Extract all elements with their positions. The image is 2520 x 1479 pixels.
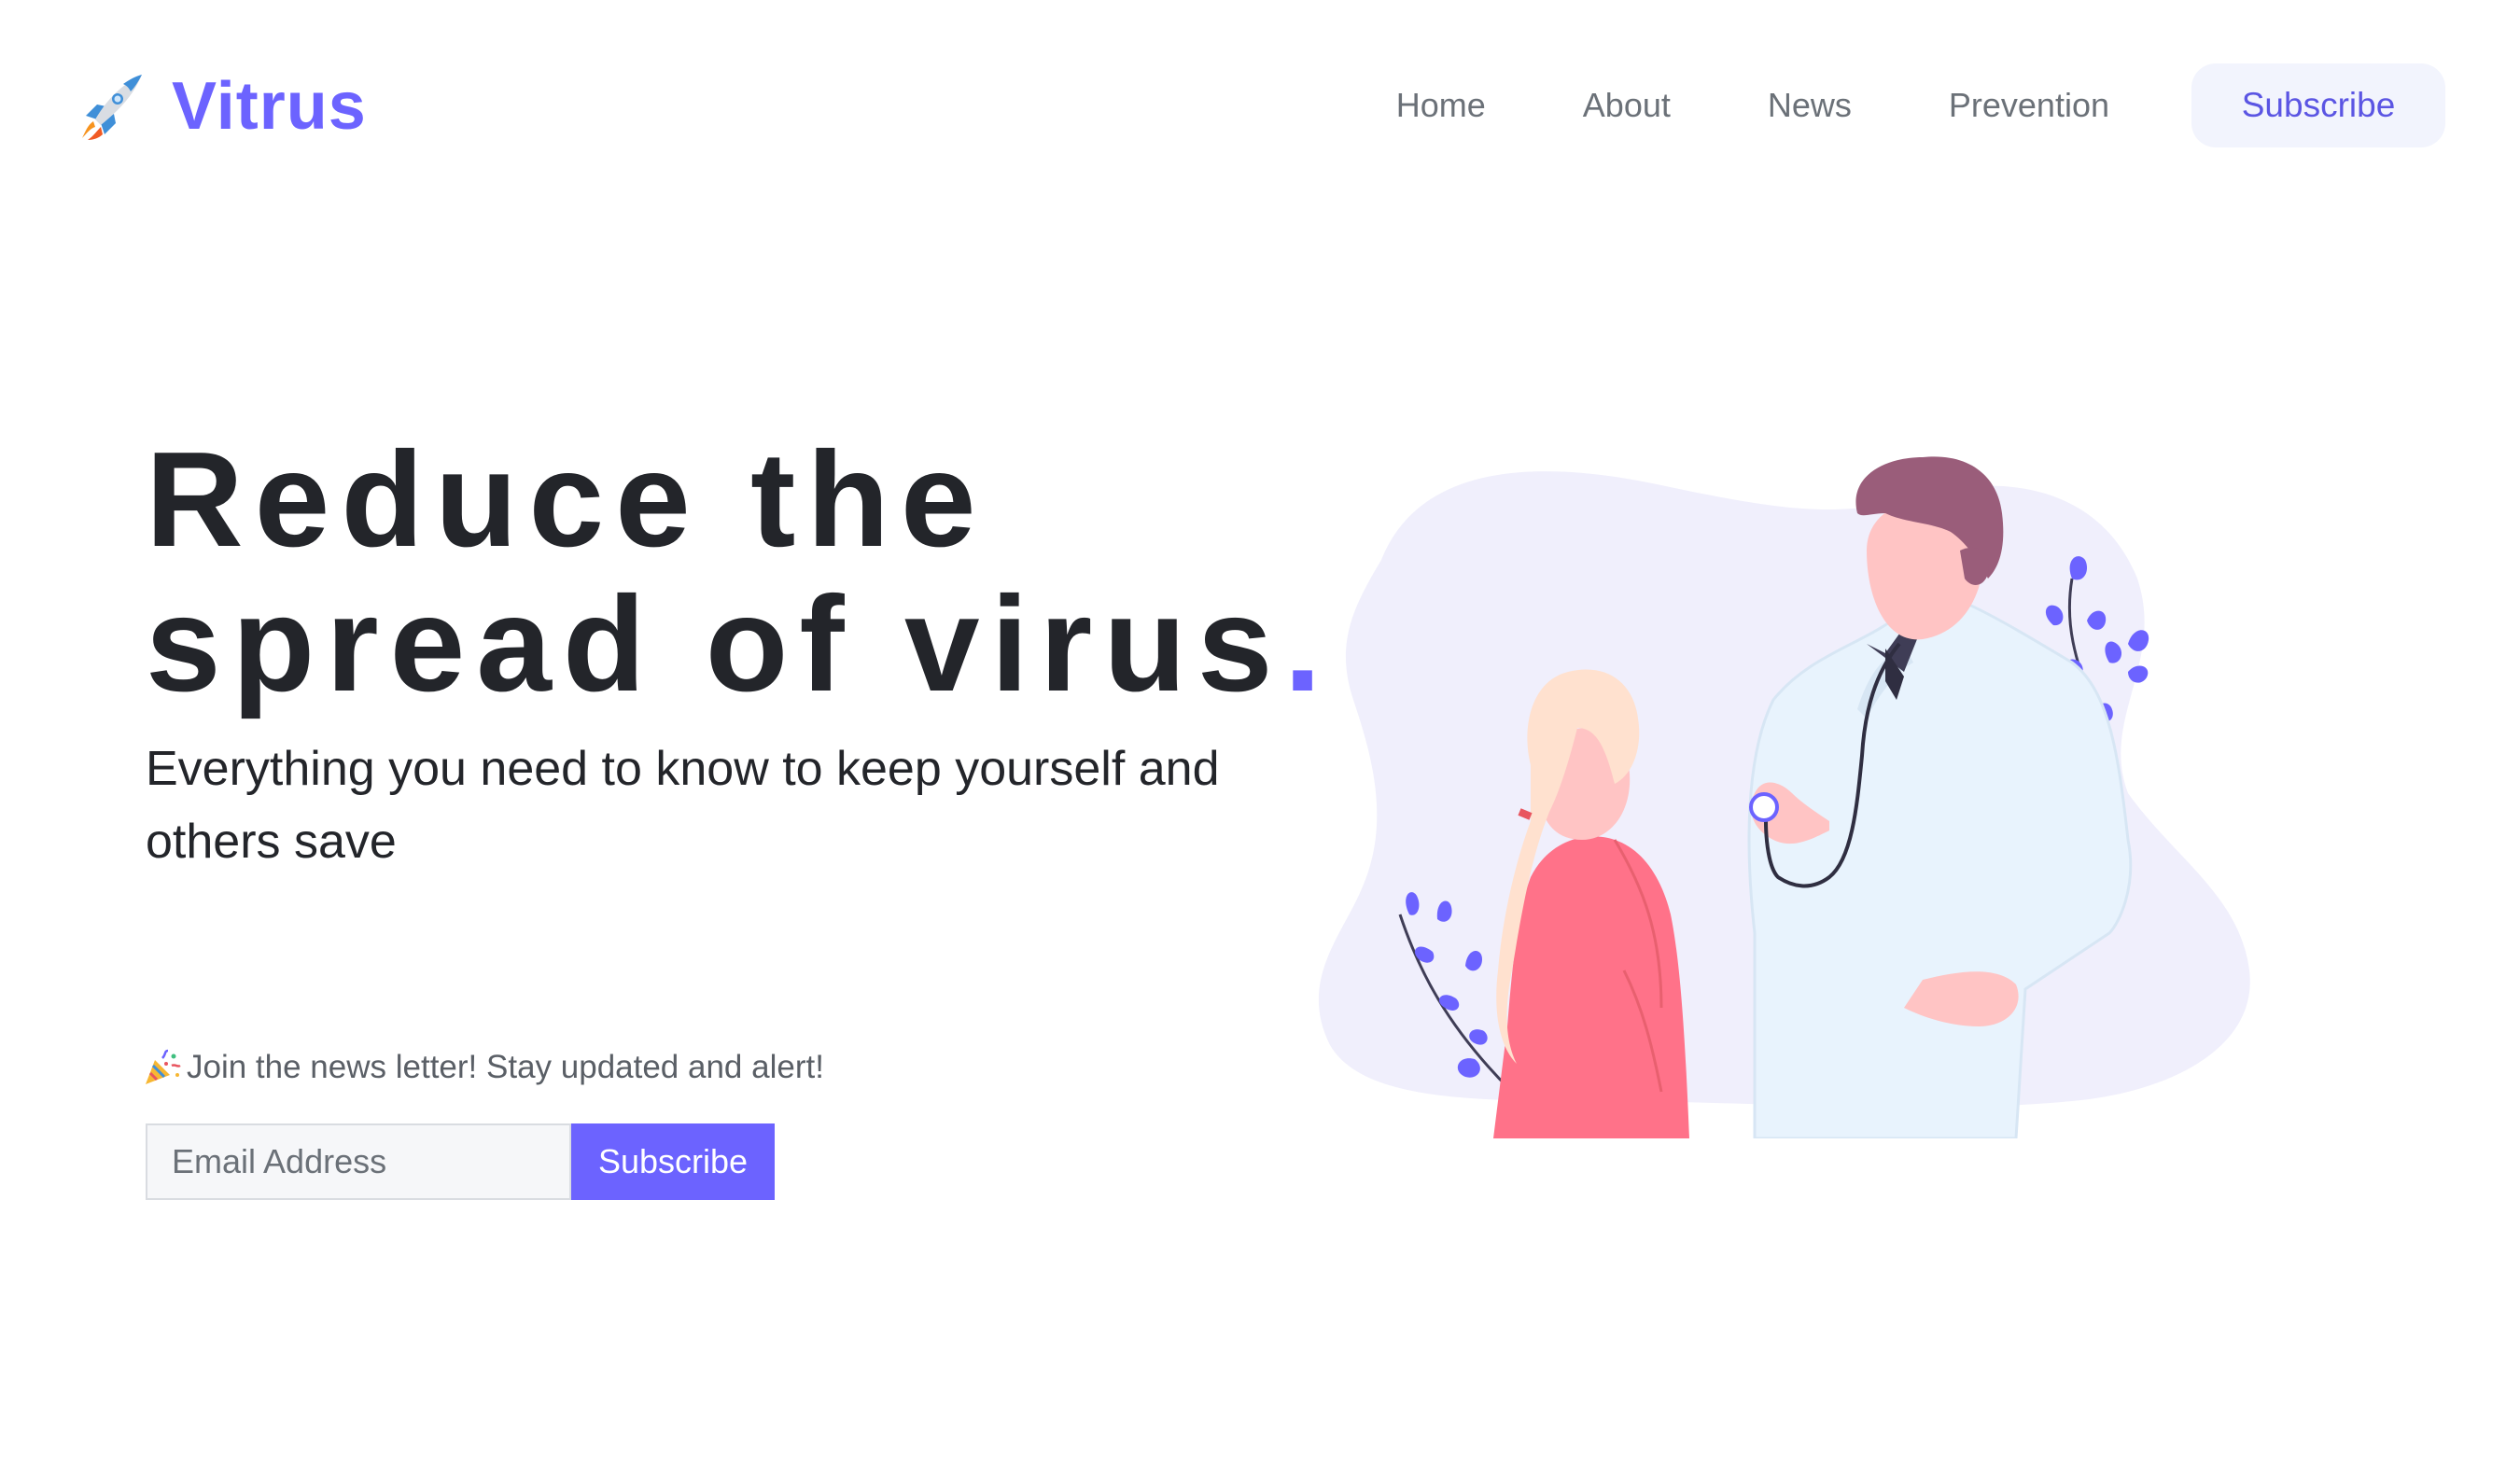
doctor-checking-patient-illustration [1307, 456, 2287, 1157]
newsletter-label-text: Join the news letter! Stay updated and a… [187, 1049, 824, 1085]
newsletter-subscribe-button[interactable]: Subscribe [571, 1123, 775, 1200]
nav-prevention-link[interactable]: Prevention [1949, 64, 2109, 147]
newsletter-label: Join the news letter! Stay updated and a… [144, 1043, 824, 1092]
nav-home-link[interactable]: Home [1396, 64, 1486, 147]
newsletter-form: Subscribe [146, 1123, 775, 1200]
main-nav: Home About News Prevention Subscribe [1396, 63, 2445, 147]
nav-news-link[interactable]: News [1768, 64, 1852, 147]
page: Vitrus Home About News Prevention Subscr… [0, 0, 2520, 1479]
hero-title-line2: spread of virus [146, 568, 1284, 719]
hero-subtitle: Everything you need to know to keep your… [146, 742, 1220, 869]
brand-logo-link[interactable]: Vitrus [77, 73, 367, 140]
site-header: Vitrus Home About News Prevention Subscr… [0, 0, 2520, 215]
nav-subscribe-button[interactable]: Subscribe [2191, 63, 2445, 147]
party-popper-icon [146, 1049, 181, 1084]
hero-title: Reduce the spread of virus. [146, 427, 1333, 717]
brand-name: Vitrus [172, 69, 367, 144]
rocket-icon [82, 75, 142, 140]
hero-title-line1: Reduce the [146, 424, 987, 575]
nav-about-link[interactable]: About [1583, 64, 1671, 147]
email-input[interactable] [146, 1123, 571, 1200]
